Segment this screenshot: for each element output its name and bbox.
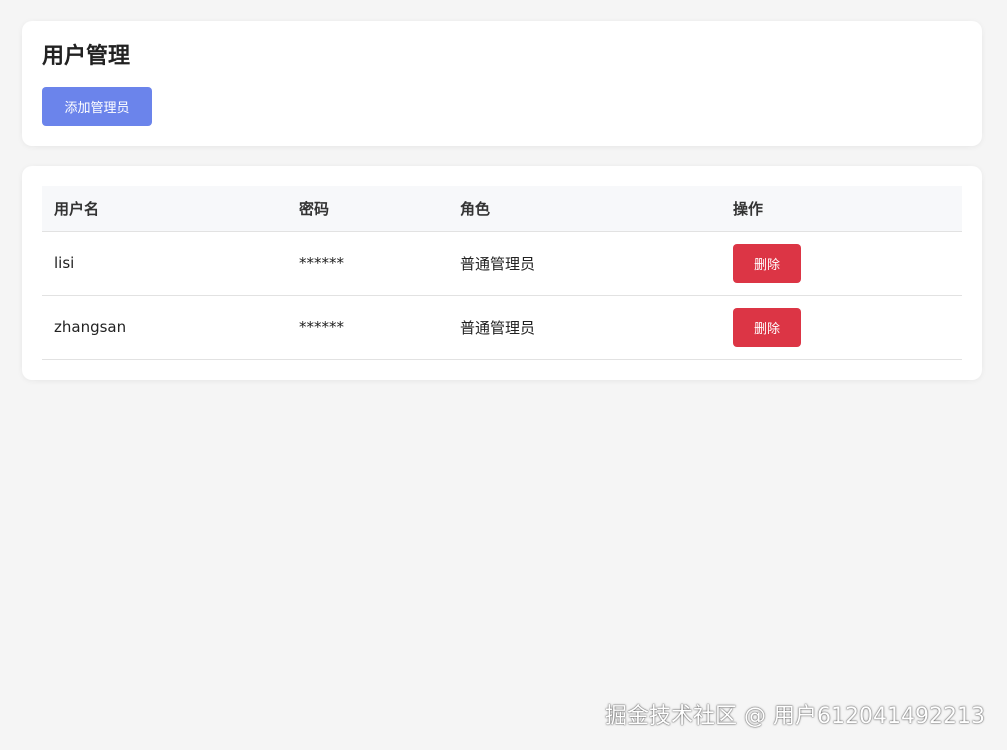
username-cell: lisi bbox=[42, 231, 287, 296]
user-table-card: 用户名 密码 角色 操作 lisi ****** 普通管理员 删除 zhangs… bbox=[22, 166, 982, 380]
username-cell: zhangsan bbox=[42, 295, 287, 360]
delete-button[interactable]: 删除 bbox=[733, 243, 801, 283]
add-admin-button[interactable]: 添加管理员 bbox=[42, 87, 152, 126]
table-row: zhangsan ****** 普通管理员 删除 bbox=[42, 295, 962, 360]
password-cell: ****** bbox=[287, 295, 448, 360]
column-header-username: 用户名 bbox=[42, 186, 287, 232]
column-header-role: 角色 bbox=[448, 186, 721, 232]
watermark: 掘金技术社区 @ 用户612041492213 bbox=[605, 704, 985, 729]
table-row: lisi ****** 普通管理员 删除 bbox=[42, 231, 962, 296]
action-cell: 删除 bbox=[721, 231, 962, 296]
password-cell: ****** bbox=[287, 231, 448, 296]
column-header-password: 密码 bbox=[287, 186, 448, 232]
delete-button[interactable]: 删除 bbox=[733, 307, 801, 347]
header-card: 用户管理 添加管理员 bbox=[22, 21, 982, 146]
action-cell: 删除 bbox=[721, 295, 962, 360]
table-header-row: 用户名 密码 角色 操作 bbox=[42, 186, 962, 232]
column-header-action: 操作 bbox=[721, 186, 962, 232]
role-cell: 普通管理员 bbox=[448, 231, 721, 296]
user-table: 用户名 密码 角色 操作 lisi ****** 普通管理员 删除 zhangs… bbox=[42, 186, 962, 360]
role-cell: 普通管理员 bbox=[448, 295, 721, 360]
page-title: 用户管理 bbox=[42, 44, 131, 69]
